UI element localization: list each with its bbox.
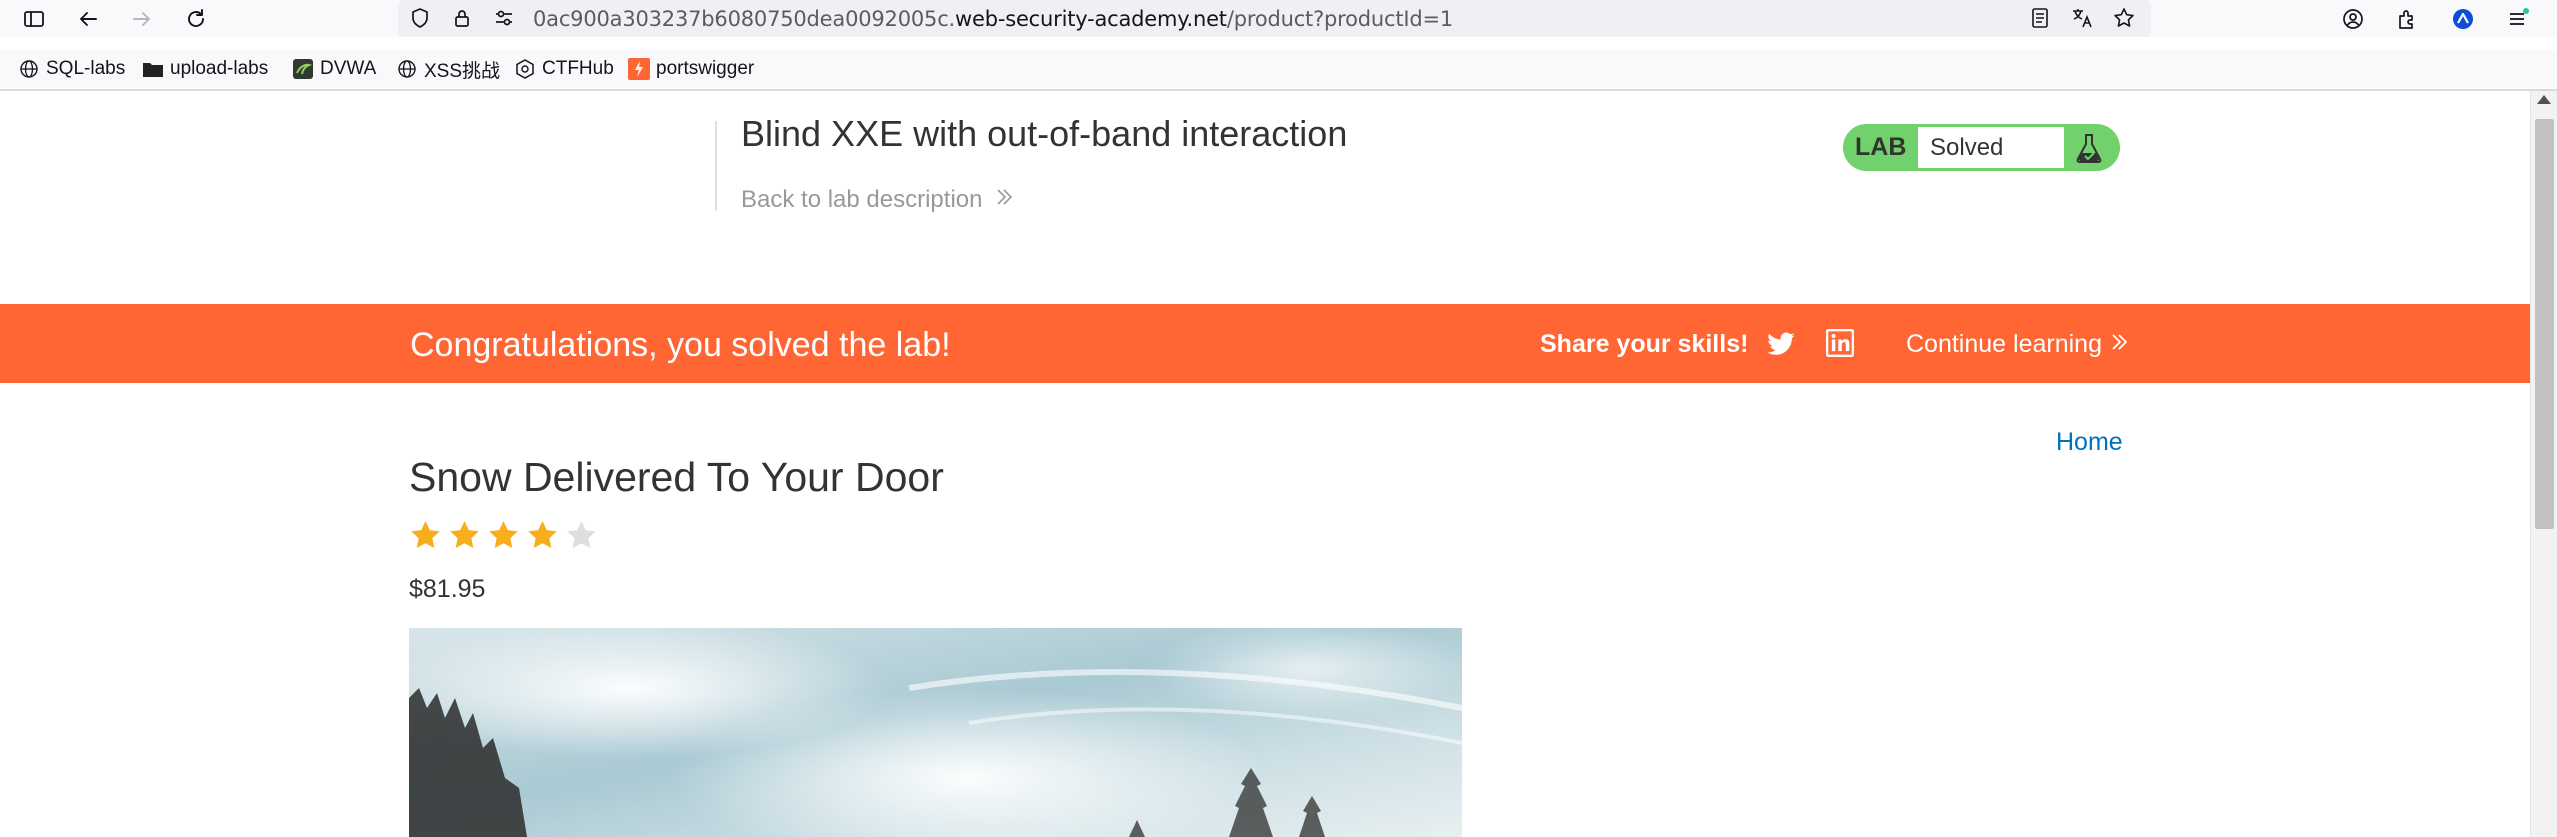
product-rating	[409, 519, 598, 552]
star-filled-icon	[450, 521, 479, 549]
share-skills-label: Share your skills!	[1540, 330, 1749, 358]
bookmark-dvwa[interactable]: DVWA	[292, 56, 376, 82]
linkedin-icon[interactable]	[1826, 329, 1854, 357]
forward-icon[interactable]	[126, 3, 158, 35]
scroll-up-arrow-icon[interactable]	[2537, 95, 2551, 104]
product-title: Snow Delivered To Your Door	[409, 454, 944, 500]
shield-icon[interactable]	[408, 6, 432, 35]
url-text[interactable]: 0ac900a303237b6080750dea0092005c.web-sec…	[533, 7, 1453, 31]
header-divider	[715, 121, 717, 211]
lab-status-badge: LAB Solved	[1843, 124, 2120, 171]
bookmark-portswigger[interactable]: portswigger	[628, 56, 754, 82]
profile-icon[interactable]	[2447, 3, 2479, 35]
account-icon[interactable]	[2337, 3, 2369, 35]
bookmark-xss[interactable]: XSS挑战	[396, 56, 500, 82]
dvwa-icon	[292, 58, 314, 80]
page-viewport: Blind XXE with out-of-band interaction B…	[0, 91, 2530, 837]
globe-icon	[18, 58, 40, 80]
ctfhub-icon	[514, 58, 536, 80]
reader-view-icon[interactable]	[2028, 6, 2052, 35]
site-permissions-icon[interactable]	[492, 6, 516, 35]
banner-message: Congratulations, you solved the lab!	[410, 326, 951, 364]
page-scrollbar[interactable]	[2530, 91, 2557, 837]
lab-status-text: Solved	[1930, 134, 2004, 161]
sidebar-toggle-icon[interactable]	[18, 3, 50, 35]
menu-icon[interactable]	[2502, 3, 2534, 35]
continue-learning-link[interactable]: Continue learning	[1906, 330, 2131, 360]
double-chevron-right-icon	[993, 186, 1015, 215]
congratulations-banner: Congratulations, you solved the lab! Sha…	[0, 304, 2530, 383]
bookmark-upload-labs[interactable]: upload-labs	[142, 56, 268, 82]
twitter-icon[interactable]	[1766, 329, 1796, 359]
star-empty-icon	[567, 521, 596, 549]
product-image	[409, 628, 1462, 837]
folder-icon	[142, 58, 164, 80]
lab-title: Blind XXE with out-of-band interaction	[741, 113, 1348, 154]
browser-toolbar: 0ac900a303237b6080750dea0092005c.web-sec…	[0, 0, 2557, 37]
bookmark-star-icon[interactable]	[2112, 6, 2136, 35]
reload-icon[interactable]	[180, 3, 212, 35]
globe-icon	[396, 58, 418, 80]
bookmark-sql-labs[interactable]: SQL-labs	[18, 56, 125, 82]
bookmarks-bar: SQL-labs upload-labs DVWA XSS挑战 CTFHub p…	[0, 50, 2557, 88]
portswigger-icon	[628, 58, 650, 80]
address-bar[interactable]: 0ac900a303237b6080750dea0092005c.web-sec…	[398, 0, 2151, 37]
lab-status-box: Solved	[1918, 127, 2064, 168]
star-filled-icon	[489, 521, 518, 549]
product-price: $81.95	[409, 575, 486, 603]
double-chevron-right-icon	[2109, 331, 2131, 360]
translate-icon[interactable]	[2070, 6, 2094, 35]
lab-badge-label: LAB	[1855, 133, 1907, 161]
scrollbar-thumb[interactable]	[2535, 119, 2554, 529]
back-icon[interactable]	[72, 3, 104, 35]
star-filled-icon	[411, 521, 440, 549]
lock-icon[interactable]	[450, 6, 474, 35]
home-link[interactable]: Home	[2056, 428, 2123, 457]
bookmark-ctfhub[interactable]: CTFHub	[514, 56, 614, 82]
back-to-lab-description-link[interactable]: Back to lab description	[741, 186, 1015, 215]
extensions-icon[interactable]	[2391, 3, 2423, 35]
star-filled-icon	[528, 521, 557, 549]
flask-icon	[2071, 130, 2107, 166]
